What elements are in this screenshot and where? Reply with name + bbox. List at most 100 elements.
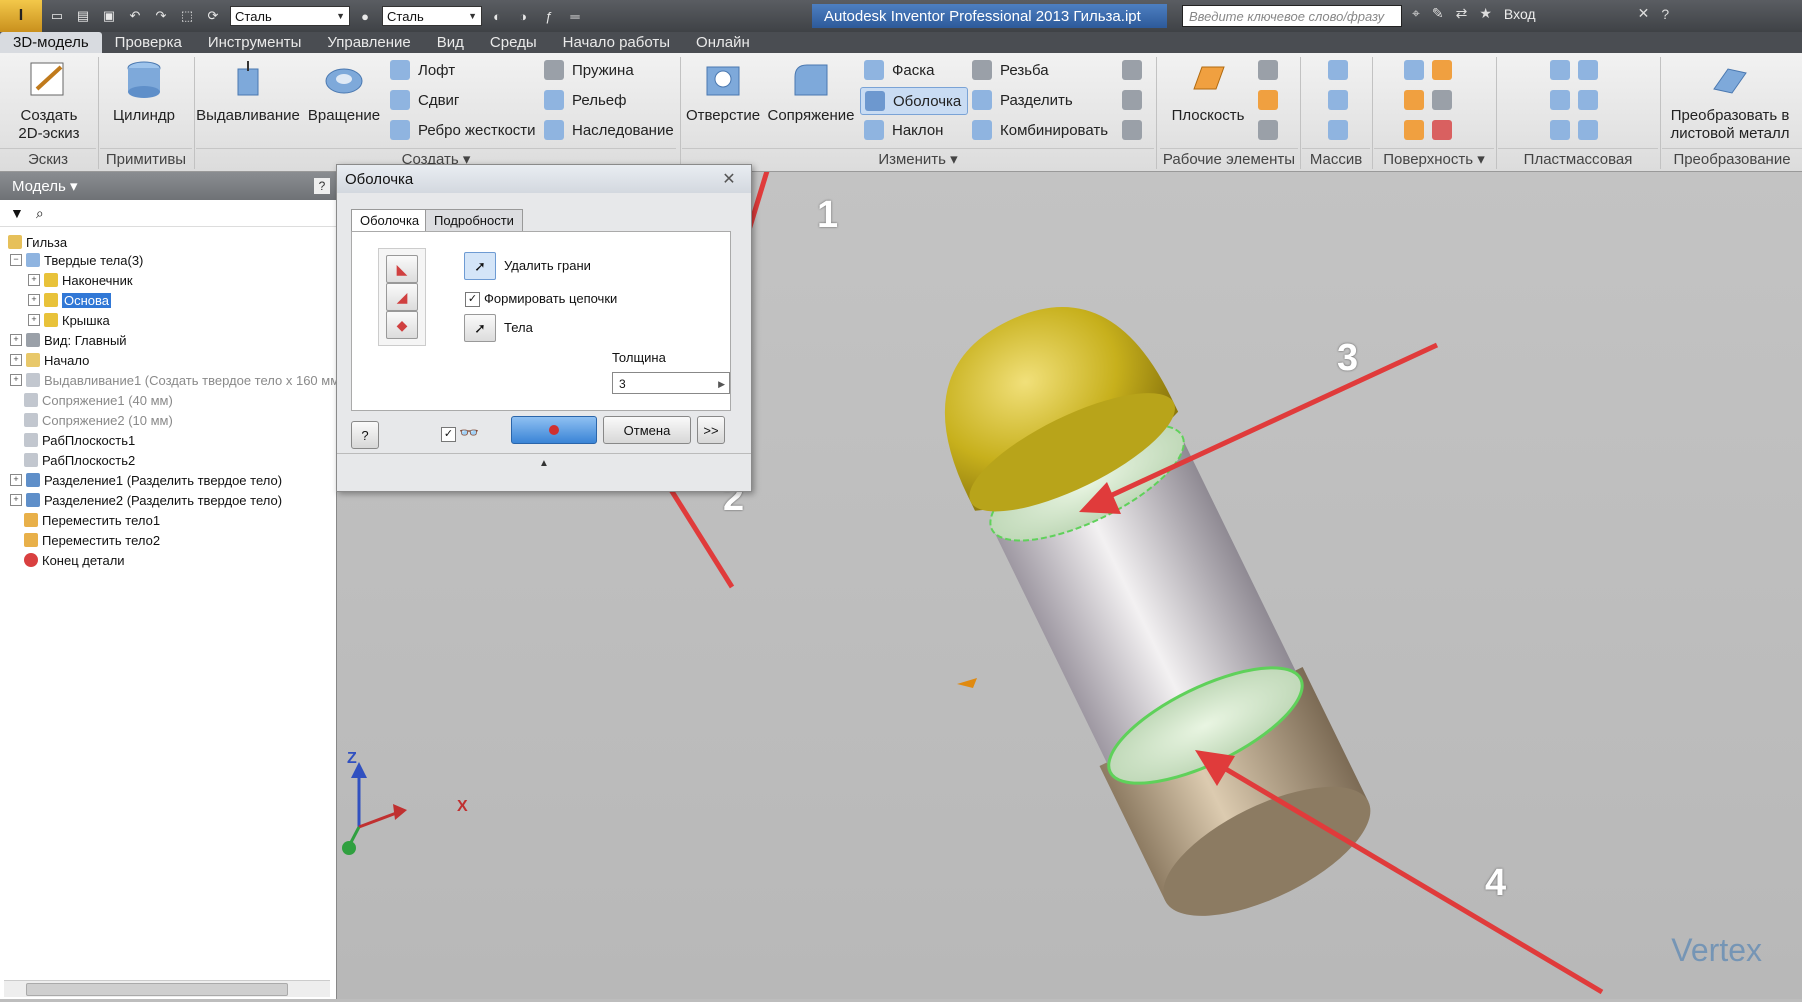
tree-node-base[interactable]: + Основа	[28, 290, 112, 310]
select-icon[interactable]: ⬚	[176, 6, 198, 26]
emboss-button[interactable]: Рельеф	[544, 87, 626, 113]
rest-button[interactable]	[1550, 87, 1606, 113]
bodies-button[interactable]: ➚	[464, 314, 496, 342]
hole-button[interactable]: Отверстие	[682, 59, 764, 125]
tab-tools[interactable]: Инструменты	[195, 32, 315, 53]
thread-button[interactable]: Резьба	[972, 57, 1049, 83]
appearance-combo[interactable]: Сталь ▼	[382, 6, 482, 26]
open-icon[interactable]: ▤	[72, 6, 94, 26]
tree-node-split1[interactable]: + Разделение1 (Разделить твердое тело)	[10, 470, 282, 490]
tree-node-fillet2[interactable]: Сопряжение2 (10 мм)	[24, 410, 173, 430]
dialog-title-bar[interactable]: Оболочка ✕	[337, 165, 751, 193]
search-input[interactable]: Введите ключевое слово/фразу	[1182, 5, 1402, 27]
update-icon[interactable]: ⟳	[202, 6, 224, 26]
tree-node-cap[interactable]: + Крышка	[28, 310, 110, 330]
login-link[interactable]: Вход	[1504, 6, 1536, 22]
dialog-collapse-bar[interactable]: ▲	[337, 453, 751, 476]
loft-button[interactable]: Лофт	[390, 57, 455, 83]
tree-node-fillet1[interactable]: Сопряжение1 (40 мм)	[24, 390, 173, 410]
binoculars-icon[interactable]: ⌖	[1412, 5, 1420, 22]
create-2d-sketch-button[interactable]: Создать 2D-эскиз	[14, 59, 84, 143]
scrollbar-thumb[interactable]	[26, 983, 288, 996]
combine-button[interactable]: Комбинировать	[972, 117, 1108, 143]
more-button[interactable]: >>	[697, 416, 725, 444]
split-button[interactable]: Разделить	[972, 87, 1073, 113]
tree-node-origin[interactable]: + Начало	[10, 350, 89, 370]
tree-node-end-of-part[interactable]: Конец детали	[24, 550, 125, 570]
direct-edit-button[interactable]	[1122, 117, 1150, 143]
filter-icon[interactable]: ▼	[10, 205, 24, 221]
chevron-right-icon[interactable]: ▶	[718, 373, 725, 395]
fillet-button[interactable]: Сопряжение	[766, 59, 856, 125]
rectangular-pattern-button[interactable]	[1328, 57, 1356, 83]
draft-button[interactable]: Наклон	[864, 117, 943, 143]
shell-outside-button[interactable]: ◢	[386, 283, 418, 311]
expand-icon[interactable]: +	[28, 314, 40, 326]
expand-icon[interactable]: +	[28, 274, 40, 286]
convert-sheet-metal-button[interactable]: Преобразовать в листовой металл	[1664, 59, 1796, 143]
chamfer-button[interactable]: Фаска	[864, 57, 934, 83]
tab-manage[interactable]: Управление	[314, 32, 423, 53]
ucs-button[interactable]	[1258, 117, 1286, 143]
shell-both-button[interactable]: ◆	[386, 311, 418, 339]
remove-faces-button[interactable]: ➚	[464, 252, 496, 280]
tab-online[interactable]: Онлайн	[683, 32, 763, 53]
axis-button[interactable]	[1258, 57, 1286, 83]
color-icon[interactable]: ●	[354, 6, 376, 26]
tab-inspect[interactable]: Проверка	[102, 32, 195, 53]
tree-node-workplane2[interactable]: РабПлоскость2	[24, 450, 135, 470]
help-icon[interactable]: ?	[314, 178, 330, 194]
expand-icon[interactable]: +	[10, 374, 22, 386]
redo-icon[interactable]: ↷	[150, 6, 172, 26]
expand-icon[interactable]: +	[10, 494, 22, 506]
coil-button[interactable]: Пружина	[544, 57, 634, 83]
add-feature-button[interactable]	[1122, 57, 1150, 83]
exchange-icon[interactable]: ⇄	[1456, 5, 1468, 22]
tools-icon[interactable]: ✎	[1432, 5, 1444, 22]
tree-node-move-body2[interactable]: Переместить тело2	[24, 530, 160, 550]
adjust-icon[interactable]: ◐	[486, 6, 508, 26]
grill-button[interactable]	[1550, 57, 1606, 83]
rule-fillet-button[interactable]	[1550, 117, 1606, 143]
revolve-button[interactable]: Вращение	[302, 59, 386, 125]
mirror-button[interactable]	[1328, 117, 1356, 143]
horizontal-scrollbar[interactable]	[4, 980, 330, 997]
plane-button[interactable]: Плоскость	[1160, 59, 1256, 125]
tree-node-part[interactable]: Гильза	[8, 232, 67, 252]
collapse-icon[interactable]: −	[10, 254, 22, 266]
sweep-button[interactable]: Сдвиг	[390, 87, 459, 113]
cylinder-button[interactable]: Цилиндр	[108, 59, 180, 125]
new-icon[interactable]: ▭	[46, 6, 68, 26]
tab-environments[interactable]: Среды	[477, 32, 550, 53]
application-menu-button[interactable]: I	[0, 0, 42, 32]
extrude-button[interactable]: Выдавливание	[196, 59, 300, 125]
cancel-button[interactable]: Отмена	[603, 416, 691, 444]
rib-button[interactable]: Ребро жесткости	[390, 117, 536, 143]
stitch-button[interactable]	[1404, 57, 1460, 83]
tree-node-view[interactable]: + Вид: Главный	[10, 330, 127, 350]
binoculars-icon[interactable]: ⌕	[36, 205, 44, 222]
tree-node-move-body1[interactable]: Переместить тело1	[24, 510, 160, 530]
close-icon[interactable]: ✕	[715, 169, 743, 189]
expand-icon[interactable]: +	[10, 474, 22, 486]
replace-face-button[interactable]	[1404, 117, 1460, 143]
expand-icon[interactable]: +	[28, 294, 40, 306]
tree-node-workplane1[interactable]: РабПлоскость1	[24, 430, 135, 450]
tree-node-solid-bodies[interactable]: − Твердые тела(3)	[10, 250, 143, 270]
undo-icon[interactable]: ↶	[124, 6, 146, 26]
expand-icon[interactable]: +	[10, 334, 22, 346]
thickness-input[interactable]: 3 ▶	[612, 372, 730, 394]
material-combo[interactable]: Сталь ▼	[230, 6, 350, 26]
sculpt-button[interactable]	[1404, 87, 1460, 113]
tree-node-tip[interactable]: + Наконечник	[28, 270, 133, 290]
shell-button[interactable]: Оболочка	[860, 87, 969, 115]
star-icon[interactable]: ★	[1479, 5, 1492, 22]
circular-pattern-button[interactable]	[1328, 87, 1356, 113]
browser-header[interactable]: Модель ▾ ?	[0, 172, 336, 200]
preview-checkbox[interactable]: ✓	[441, 427, 456, 442]
tab-details[interactable]: Подробности	[425, 209, 523, 232]
help-button[interactable]: ?	[351, 421, 379, 449]
ok-button[interactable]	[511, 416, 597, 444]
chain-faces-checkbox[interactable]: ✓	[465, 292, 480, 307]
tab-3d-model[interactable]: 3D-модель	[0, 32, 102, 53]
